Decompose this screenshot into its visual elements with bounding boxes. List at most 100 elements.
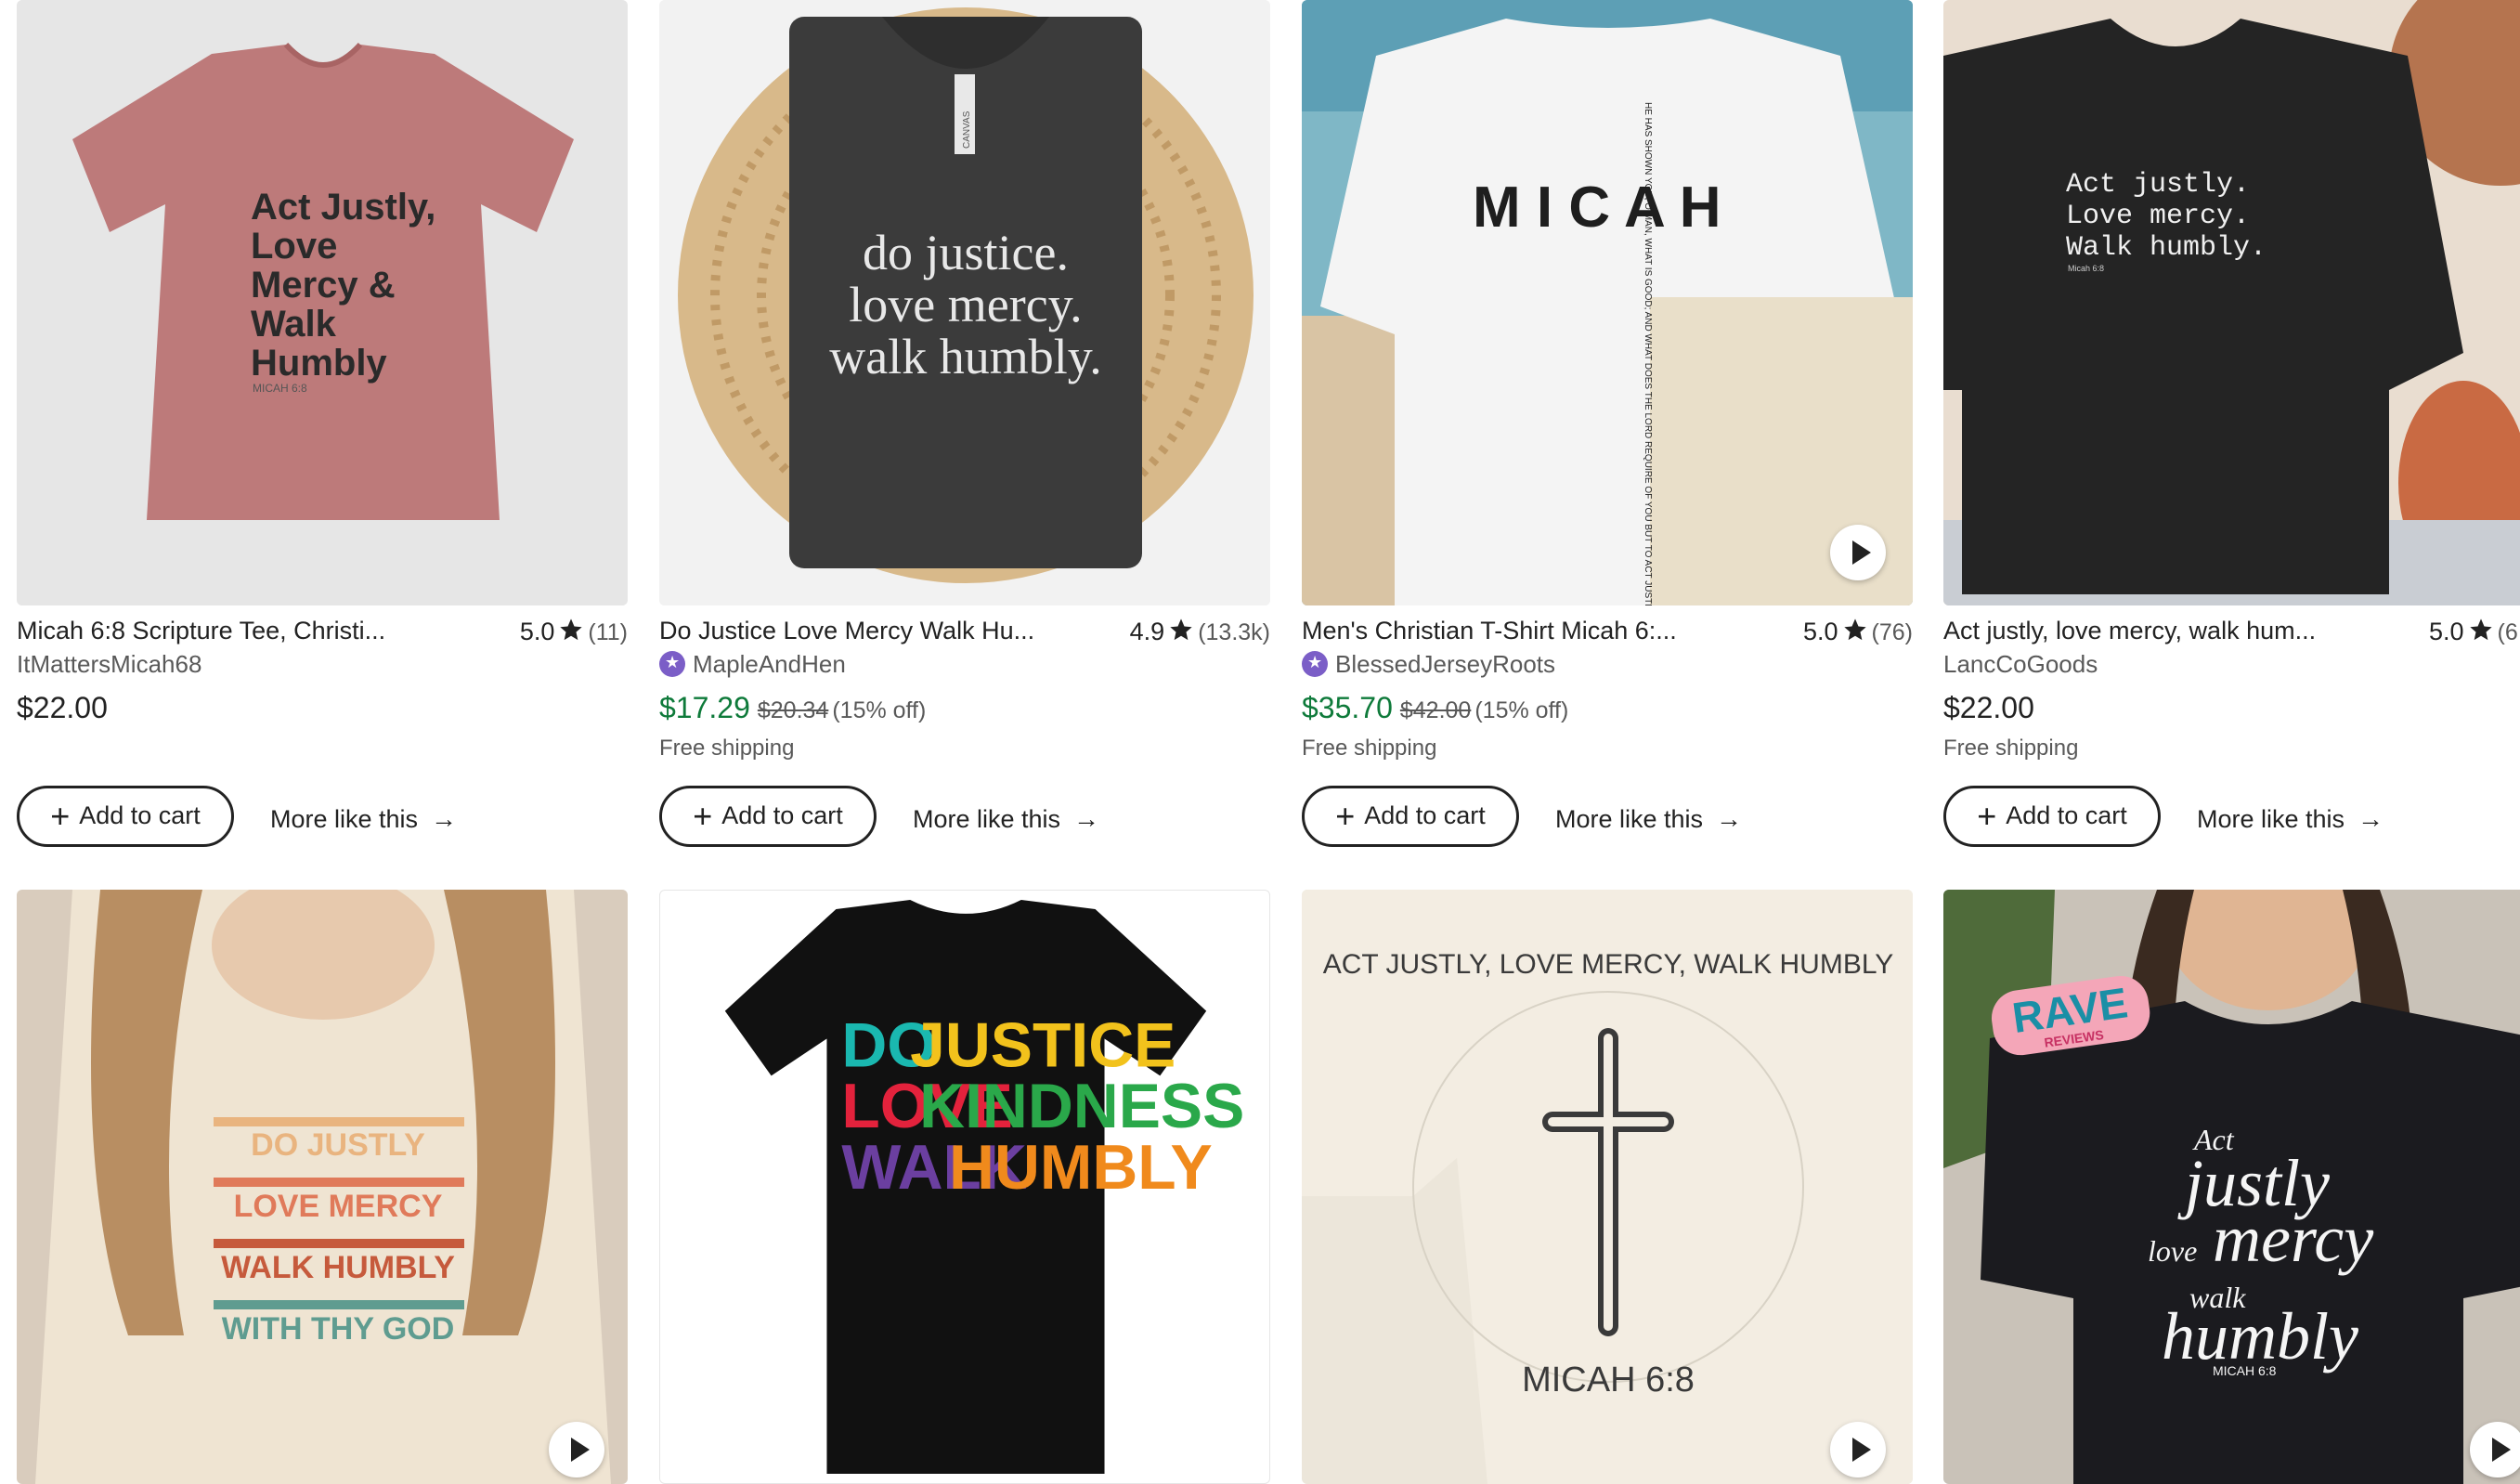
print-line: Act justly. [2066,169,2250,201]
listing-image[interactable]: Act justly. Love mercy. Walk humbly. Mic… [1943,0,2520,605]
shirt-photo: ACT JUSTLY, LOVE MERCY, WALK HUMBLY MICA… [1302,890,1913,1484]
rating: 5.0 (6 [2429,618,2518,645]
star-icon [560,618,583,641]
arrow-right-icon: → [431,804,458,833]
free-shipping-label: Free shipping [1302,735,1437,761]
print-line: Humbly [251,343,387,384]
print-line: Walk humbly. [2066,232,2267,264]
print-line: Mercy & [251,265,396,306]
listing-title[interactable]: Do Justice Love Mercy Walk Hu... [659,617,1086,645]
print-sub: MICAH 6:8 [1522,1360,1695,1399]
listing-title[interactable]: Micah 6:8 Scripture Tee, Christi... [17,617,444,645]
rating: 4.9 (13.3k) [1129,618,1270,645]
shop-name[interactable]: LancCoGoods [1943,650,2098,679]
listing-image[interactable]: M I C A H HE HAS SHOWN YOU, O MAN, WHAT … [1302,0,1913,605]
shirt-photo: CANVAS do justice. love mercy. walk humb… [659,0,1270,605]
print-line: walk humbly. [829,329,1101,384]
discount: (15% off) [1474,697,1569,723]
listing-image[interactable]: Act justly love mercy walk humbly MICAH … [1943,890,2520,1484]
sale-price: $35.70 [1302,691,1393,724]
play-video-button[interactable] [549,1422,604,1477]
print-line: mercy [2213,1202,2373,1276]
print-line: LOVE MERCY [234,1189,443,1224]
print-line: do justice. [863,225,1069,280]
print-line: Act Justly, [251,187,435,228]
original-price: $20.34 [757,697,829,723]
star-icon [1170,618,1192,641]
print-line: ACT JUSTLY, LOVE MERCY, WALK HUMBLY [1323,949,1894,980]
print-line: Walk [251,304,337,345]
print-line: Love [251,226,337,267]
price: $22.00 [17,691,108,724]
arrow-right-icon: → [2358,804,2384,833]
arrow-right-icon: → [1716,804,1743,833]
play-video-button[interactable] [2470,1422,2520,1477]
print-line: love mercy. [849,277,1082,332]
shop-name[interactable]: BlessedJerseyRoots [1302,650,1555,679]
more-like-this-link[interactable]: More like this → [2197,804,2384,834]
more-like-this-link[interactable]: More like this → [913,804,1099,834]
review-count: (11) [588,619,628,645]
shirt-photo: Act justly love mercy walk humbly MICAH … [1943,890,2520,1484]
plus-icon: + [693,797,713,835]
shirt-photo: DO JUSTICE LOVE KINDNESS WALK HUMBLY [660,891,1269,1483]
review-count: (13.3k) [1198,619,1270,645]
star-icon [2469,618,2492,641]
print-line: DO JUSTLY [251,1127,425,1163]
free-shipping-label: Free shipping [659,735,795,761]
rating: 5.0 (76) [1802,618,1913,645]
print-sub: MICAH 6:8 [2213,1363,2277,1378]
shirt-photo: DO JUSTLY LOVE MERCY WALK HUMBLY WITH TH… [17,890,628,1484]
shirt-photo: Act Justly, Love Mercy & Walk Humbly MIC… [17,0,628,605]
listing-image[interactable]: DO JUSTLY LOVE MERCY WALK HUMBLY WITH TH… [17,890,628,1484]
add-to-cart-button[interactable]: + Add to cart [659,786,877,847]
plus-icon: + [1335,797,1356,835]
print-line: M I C A H [1473,176,1721,240]
listing-image[interactable]: DO JUSTICE LOVE KINDNESS WALK HUMBLY [659,890,1270,1484]
tag-label: CANVAS [962,111,972,149]
discount: (15% off) [832,697,927,723]
listing-title[interactable]: Act justly, love mercy, walk hum... [1943,617,2371,645]
plus-icon: + [50,797,71,835]
print-line: KINDNESS [919,1072,1244,1141]
price-row: $35.70 $42.00 (15% off) [1302,691,1568,725]
shirt-photo: Act justly. Love mercy. Walk humbly. Mic… [1943,0,2520,605]
shop-name[interactable]: ItMattersMicah68 [17,650,201,679]
print-vertical: HE HAS SHOWN YOU, O MAN, WHAT IS GOOD; A… [1643,102,1653,605]
rating: 5.0 (11) [519,618,628,645]
shirt-photo: M I C A H HE HAS SHOWN YOU, O MAN, WHAT … [1302,0,1913,605]
price: $22.00 [1943,691,2034,724]
arrow-right-icon: → [1073,804,1100,833]
add-to-cart-button[interactable]: + Add to cart [17,786,234,847]
free-shipping-label: Free shipping [1943,735,2079,761]
print-line: humbly [2162,1299,2358,1373]
star-icon [1843,618,1866,641]
review-count: (76) [1871,619,1913,645]
listing-title[interactable]: Men's Christian T-Shirt Micah 6:... [1302,617,1729,645]
play-video-button[interactable] [1830,1422,1886,1477]
print-line: Love mercy. [2066,201,2250,232]
play-video-button[interactable] [1830,525,1886,580]
shop-name[interactable]: MapleAndHen [659,650,846,679]
print-line: WITH THY GOD [222,1311,455,1347]
listing-image[interactable]: Act Justly, Love Mercy & Walk Humbly MIC… [17,0,628,605]
add-to-cart-button[interactable]: + Add to cart [1943,786,2161,847]
star-seller-icon [1302,651,1328,677]
print-line: WALK HUMBLY [221,1250,455,1285]
more-like-this-link[interactable]: More like this → [270,804,457,834]
price-row: $17.29 $20.34 (15% off) [659,691,926,725]
print-line: love [2148,1234,2197,1268]
listing-image[interactable]: CANVAS do justice. love mercy. walk humb… [659,0,1270,605]
print-line: JUSTICE [910,1010,1176,1080]
original-price: $42.00 [1399,697,1472,723]
add-to-cart-button[interactable]: + Add to cart [1302,786,1519,847]
listing-image[interactable]: ACT JUSTLY, LOVE MERCY, WALK HUMBLY MICA… [1302,890,1913,1484]
print-line: HUMBLY [949,1133,1213,1203]
star-seller-icon [659,651,685,677]
review-count: (6 [2497,619,2518,645]
print-sub: MICAH 6:8 [253,382,307,395]
print-sub: Micah 6:8 [2068,264,2104,273]
plus-icon: + [1977,797,1997,835]
more-like-this-link[interactable]: More like this → [1555,804,1742,834]
sale-price: $17.29 [659,691,750,724]
